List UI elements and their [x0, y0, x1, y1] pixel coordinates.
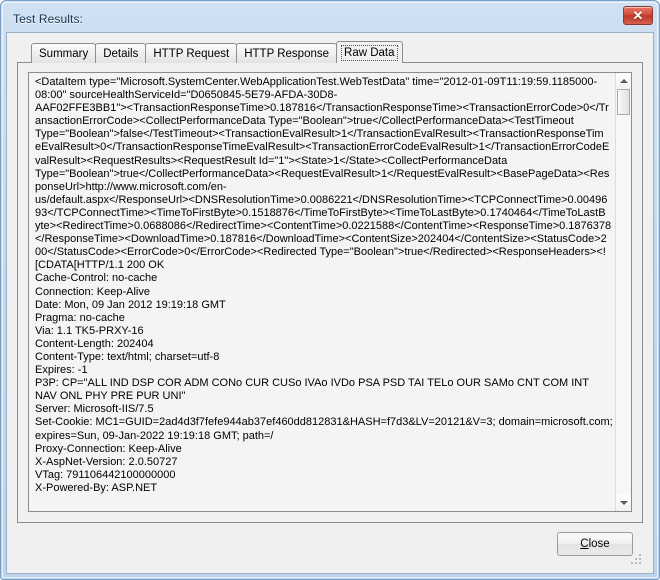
raw-data-line: NAV ONL PHY PRE PUR UNI" — [35, 390, 186, 403]
tab-http-request[interactable]: HTTP Request — [145, 43, 238, 63]
close-button[interactable]: Close — [557, 532, 633, 556]
raw-data-line: us/default.aspx</ResponseUrl><DNSResolut… — [35, 193, 608, 206]
window-title: Test Results: — [13, 12, 83, 26]
raw-data-line: X-AspNet-Version: 2.0.50727 — [35, 455, 178, 468]
scroll-down-arrow-icon — [619, 501, 628, 505]
raw-data-line: Content-Type: text/html; charset=utf-8 — [35, 350, 220, 363]
tab-details-label: Details — [103, 47, 139, 60]
raw-data-line: P3P: CP="ALL IND DSP COR ADM CONo CUR CU… — [35, 377, 589, 390]
raw-data-line: 00</StatusCode><ErrorCode>0</ErrorCode><… — [35, 246, 606, 259]
raw-data-line: <DataItem type="Microsoft.SystemCenter.W… — [35, 76, 598, 88]
scroll-up-button[interactable] — [616, 73, 631, 89]
tab-raw-data-label: Raw Data — [341, 44, 398, 61]
tab-http-request-label: HTTP Request — [153, 47, 230, 60]
raw-data-line: Type="Boolean">true</CollectPerformanceD… — [35, 167, 610, 180]
raw-data-line: Via: 1.1 TK5-PRXY-16 — [35, 324, 144, 337]
raw-data-text[interactable]: <DataItem type="Microsoft.SystemCenter.W… — [29, 73, 615, 511]
raw-data-line: Pragma: no-cache — [35, 311, 125, 324]
raw-data-line: expires=Sun, 09-Jan-2022 19:19:18 GMT; p… — [35, 429, 274, 442]
close-icon: ✕ — [632, 8, 644, 23]
tab-raw-data[interactable]: Raw Data — [336, 41, 403, 63]
raw-data-line: eEvalResult>0</TransactionResponseTimeEv… — [35, 141, 610, 154]
title-bar: Test Results: ✕ — [6, 6, 654, 32]
raw-data-line: AAF02FFE3BB1"><TransactionResponseTime>0… — [35, 102, 609, 115]
dialog-footer: Close — [17, 523, 643, 565]
raw-data-line: X-Powered-By: ASP.NET — [35, 481, 158, 494]
tab-page-raw-data: <DataItem type="Microsoft.SystemCenter.W… — [17, 62, 643, 523]
vertical-scrollbar[interactable] — [615, 73, 631, 511]
raw-data-line: ansactionErrorCode><CollectPerformanceDa… — [35, 115, 574, 128]
tab-strip: Summary Details HTTP Request HTTP Respon… — [17, 41, 643, 63]
raw-data-line: yte><RedirectTime>0.0688086</RedirectTim… — [35, 220, 612, 233]
raw-data-line: Cache-Control: no-cache — [35, 272, 158, 285]
client-area: Summary Details HTTP Request HTTP Respon… — [6, 32, 654, 574]
scroll-down-button[interactable] — [616, 495, 631, 511]
tab-summary[interactable]: Summary — [31, 43, 97, 63]
scrollbar-thumb[interactable] — [617, 89, 630, 115]
tab-summary-label: Summary — [39, 47, 89, 60]
close-button-label: lose — [588, 538, 610, 550]
window-close-button[interactable]: ✕ — [623, 6, 653, 25]
raw-data-line: Expires: -1 — [35, 364, 88, 377]
raw-data-line: Type="Boolean">false</TestTimeout><Trans… — [35, 128, 604, 141]
tab-http-response[interactable]: HTTP Response — [236, 43, 338, 63]
raw-data-line: Connection: Keep-Alive — [35, 285, 150, 298]
raw-data-line: Proxy-Connection: Keep-Alive — [35, 442, 182, 455]
tab-details[interactable]: Details — [95, 43, 147, 63]
resize-grip-icon[interactable] — [629, 552, 641, 564]
raw-data-line: Date: Mon, 09 Jan 2012 19:19:18 GMT — [35, 298, 226, 311]
raw-data-line: </ResponseTime><DownloadTime>0.187816</D… — [35, 233, 607, 246]
scrollbar-track[interactable] — [616, 89, 631, 495]
close-button-accel: C — [580, 538, 589, 550]
raw-data-line: Server: Microsoft-IIS/7.5 — [35, 403, 154, 416]
raw-data-line: ponseUrl>http://www.microsoft.com/en- — [35, 180, 227, 193]
tab-http-response-label: HTTP Response — [244, 47, 330, 60]
raw-data-line: Content-Length: 202404 — [35, 337, 154, 350]
raw-data-textbox[interactable]: <DataItem type="Microsoft.SystemCenter.W… — [28, 72, 632, 512]
raw-data-line: [CDATA[HTTP/1.1 200 OK — [35, 259, 165, 272]
raw-data-line: 08:00" sourceHealthServiceId="D0650845-5… — [35, 89, 338, 102]
test-results-window: Test Results: ✕ Summary Details HTTP Req… — [0, 0, 660, 580]
scroll-up-arrow-icon — [619, 79, 628, 83]
raw-data-line: Set-Cookie: MC1=GUID=2ad4d3f7fefe944ab37… — [35, 416, 613, 429]
raw-data-line: 93</TCPConnectTime><TimeToFirstByte>0.15… — [35, 206, 606, 219]
raw-data-line: valResult><RequestResults><RequestResult… — [35, 154, 508, 167]
raw-data-line: VTag: 791106442100000000 — [35, 468, 176, 481]
